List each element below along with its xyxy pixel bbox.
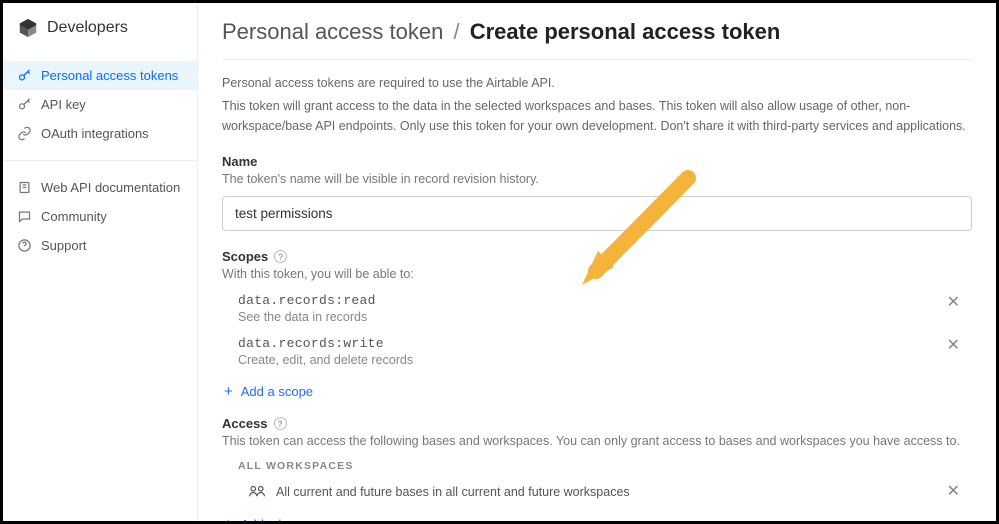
help-icon[interactable]: ? [274,250,287,263]
brand-logo: Developers [3,9,197,57]
sidebar-item-personal-access-tokens[interactable]: Personal access tokens [3,61,197,90]
add-scope-label: Add a scope [241,384,313,399]
sidebar-item-label: Web API documentation [41,180,180,195]
remove-access-button[interactable]: ✕ [941,482,966,502]
cube-icon [17,17,39,39]
access-row: All current and future bases in all curr… [222,478,972,506]
sidebar-item-community[interactable]: Community [3,202,197,231]
sidebar-item-support[interactable]: Support [3,231,197,260]
access-caption: This token can access the following base… [222,434,972,448]
remove-scope-button[interactable]: ✕ [941,293,966,313]
sidebar-item-web-api-docs[interactable]: Web API documentation [3,173,197,202]
access-label: Access ? [222,416,972,431]
sidebar-item-api-key[interactable]: API key [3,90,197,119]
sidebar-item-label: API key [41,97,86,112]
breadcrumb-current: Create personal access token [470,19,781,44]
sidebar-item-label: OAuth integrations [41,126,149,141]
nav-group-primary: Personal access tokens API key OAuth int… [3,57,197,161]
key-icon [17,68,32,83]
breadcrumb: Personal access token / Create personal … [222,15,972,60]
plus-icon: + [224,516,233,521]
people-icon [248,484,266,501]
scopes-label-text: Scopes [222,249,268,264]
plus-icon: + [224,383,233,400]
link-icon [17,126,32,141]
token-name-input[interactable] [222,196,972,231]
main-content: Personal access token / Create personal … [198,3,996,521]
breadcrumb-parent[interactable]: Personal access token [222,19,443,44]
intro-line-2: This token will grant access to the data… [222,97,972,136]
sidebar-item-label: Community [41,209,107,224]
scope-desc: See the data in records [238,310,376,324]
scope-desc: Create, edit, and delete records [238,353,413,367]
help-icon [17,238,32,253]
sidebar-item-label: Support [41,238,87,253]
scope-row: data.records:write Create, edit, and del… [222,330,972,373]
name-caption: The token's name will be visible in reco… [222,172,972,186]
scopes-caption: With this token, you will be able to: [222,267,972,281]
remove-scope-button[interactable]: ✕ [941,336,966,356]
sidebar-item-oauth-integrations[interactable]: OAuth integrations [3,119,197,148]
sidebar: Developers Personal access tokens API ke… [3,3,198,521]
sidebar-item-label: Personal access tokens [41,68,178,83]
intro-line-1: Personal access tokens are required to u… [222,74,972,93]
access-level-label: ALL WORKSPACES [238,460,972,472]
add-scope-button[interactable]: + Add a scope [222,383,972,400]
add-base-button[interactable]: + Add a base [222,516,972,521]
scope-row: data.records:read See the data in record… [222,287,972,330]
key-icon [17,97,32,112]
add-base-label: Add a base [241,517,307,521]
book-icon [17,180,32,195]
scope-key: data.records:read [238,293,376,308]
chat-icon [17,209,32,224]
scope-list: data.records:read See the data in record… [222,287,972,373]
brand-name: Developers [47,19,128,37]
nav-group-secondary: Web API documentation Community Support [3,169,197,272]
help-icon[interactable]: ? [274,417,287,430]
breadcrumb-separator: / [449,19,463,44]
access-entry-label: All current and future bases in all curr… [276,485,630,499]
name-label: Name [222,154,972,169]
scope-key: data.records:write [238,336,413,351]
access-label-text: Access [222,416,268,431]
scopes-label: Scopes ? [222,249,972,264]
